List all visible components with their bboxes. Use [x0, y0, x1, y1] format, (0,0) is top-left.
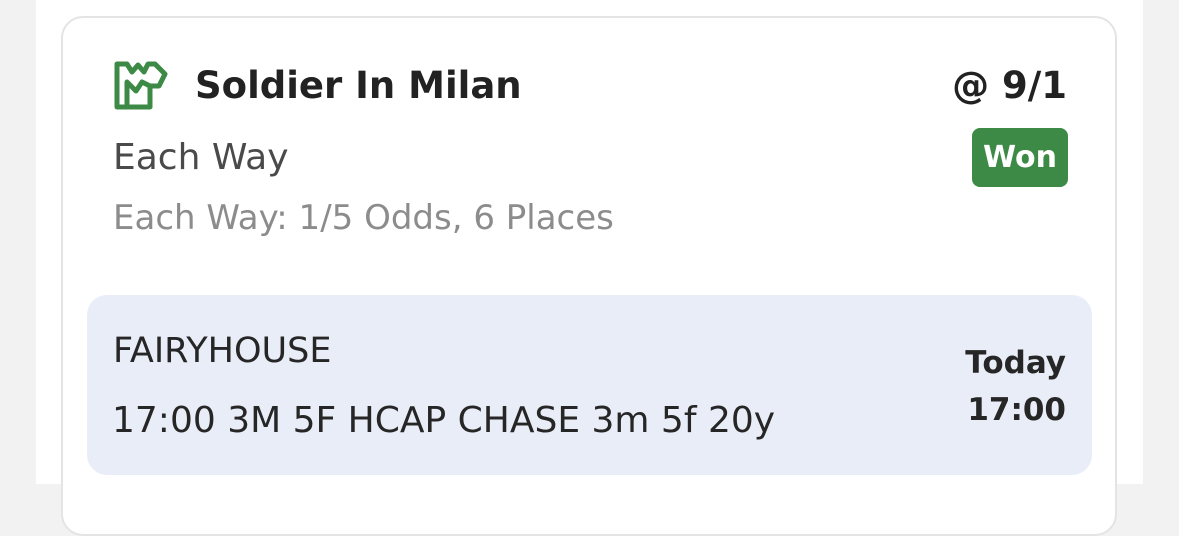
odds-value: @ 9/1 [952, 64, 1067, 107]
venue-name: FAIRYHOUSE [113, 331, 332, 371]
event-time: 17:00 [967, 392, 1066, 428]
status-badge: Won [972, 128, 1068, 187]
horse-head-icon [114, 61, 168, 110]
each-way-terms: Each Way: 1/5 Odds, 6 Places [113, 198, 614, 238]
race-name: 17:00 3M 5F HCAP CHASE 3m 5f 20y [112, 400, 776, 441]
bet-type: Each Way [113, 137, 289, 178]
selection-name: Soldier In Milan [195, 64, 522, 107]
event-panel[interactable] [87, 295, 1092, 475]
event-day: Today [965, 345, 1066, 381]
